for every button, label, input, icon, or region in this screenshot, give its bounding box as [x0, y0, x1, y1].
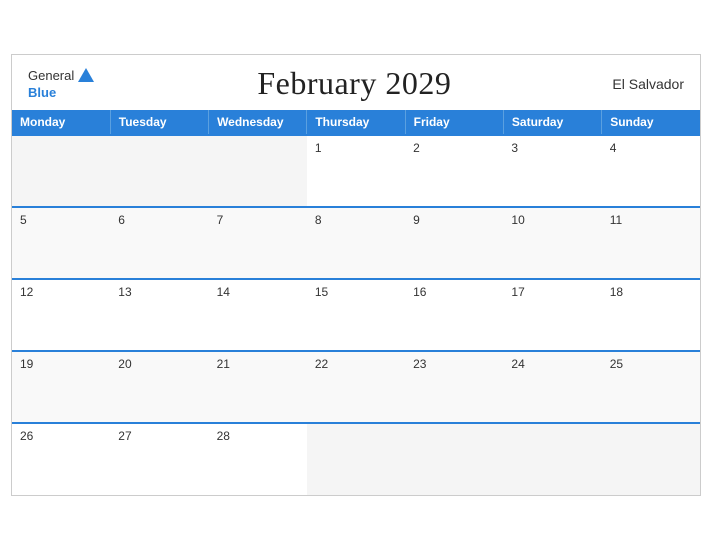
- day-number: 19: [20, 357, 102, 371]
- calendar-cell: 27: [110, 423, 208, 495]
- day-number: 4: [610, 141, 692, 155]
- calendar-cell: 18: [602, 279, 700, 351]
- days-header-row: MondayTuesdayWednesdayThursdayFridaySatu…: [12, 110, 700, 135]
- day-number: 13: [118, 285, 200, 299]
- day-header-thursday: Thursday: [307, 110, 405, 135]
- day-number: 25: [610, 357, 692, 371]
- day-header-tuesday: Tuesday: [110, 110, 208, 135]
- day-number: 18: [610, 285, 692, 299]
- calendar-header: General Blue February 2029 El Salvador: [12, 55, 700, 110]
- calendar-cell: 24: [503, 351, 601, 423]
- day-number: 5: [20, 213, 102, 227]
- day-header-wednesday: Wednesday: [209, 110, 307, 135]
- day-header-friday: Friday: [405, 110, 503, 135]
- week-row-3: 12 13 14 15 16 17 18: [12, 279, 700, 351]
- calendar-cell: 3: [503, 135, 601, 207]
- calendar-cell: 28: [209, 423, 307, 495]
- calendar-cell: 5: [12, 207, 110, 279]
- week-row-5: 26 27 28: [12, 423, 700, 495]
- calendar-table: MondayTuesdayWednesdayThursdayFridaySatu…: [12, 110, 700, 495]
- calendar-cell: 6: [110, 207, 208, 279]
- calendar-cell: 12: [12, 279, 110, 351]
- day-number: 28: [217, 429, 299, 443]
- logo-triangle-icon: [76, 66, 96, 86]
- day-header-monday: Monday: [12, 110, 110, 135]
- week-row-2: 5 6 7 8 9 10 11: [12, 207, 700, 279]
- calendar-cell: 14: [209, 279, 307, 351]
- calendar-cell: 10: [503, 207, 601, 279]
- day-number: 12: [20, 285, 102, 299]
- calendar-cell: 22: [307, 351, 405, 423]
- calendar-cell: 8: [307, 207, 405, 279]
- calendar: General Blue February 2029 El Salvador M…: [11, 54, 701, 496]
- day-number: 20: [118, 357, 200, 371]
- calendar-cell: 1: [307, 135, 405, 207]
- day-number: 16: [413, 285, 495, 299]
- calendar-cell: 23: [405, 351, 503, 423]
- day-number: 8: [315, 213, 397, 227]
- day-number: 1: [315, 141, 397, 155]
- calendar-cell: [405, 423, 503, 495]
- calendar-cell: 2: [405, 135, 503, 207]
- day-number: 26: [20, 429, 102, 443]
- calendar-cell: 13: [110, 279, 208, 351]
- day-number: 15: [315, 285, 397, 299]
- calendar-cell: 25: [602, 351, 700, 423]
- day-number: 21: [217, 357, 299, 371]
- day-number: 17: [511, 285, 593, 299]
- calendar-cell: 21: [209, 351, 307, 423]
- calendar-cell: 15: [307, 279, 405, 351]
- day-number: 3: [511, 141, 593, 155]
- calendar-cell: 7: [209, 207, 307, 279]
- calendar-cell: 11: [602, 207, 700, 279]
- country-label: El Salvador: [612, 76, 684, 92]
- day-number: 9: [413, 213, 495, 227]
- day-number: 23: [413, 357, 495, 371]
- calendar-cell: [12, 135, 110, 207]
- calendar-cell: [503, 423, 601, 495]
- calendar-cell: [110, 135, 208, 207]
- day-header-sunday: Sunday: [602, 110, 700, 135]
- day-number: 24: [511, 357, 593, 371]
- day-number: 7: [217, 213, 299, 227]
- logo-blue-text: Blue: [28, 86, 56, 100]
- month-title: February 2029: [257, 65, 451, 102]
- week-row-4: 19 20 21 22 23 24 25: [12, 351, 700, 423]
- day-number: 10: [511, 213, 593, 227]
- calendar-cell: [602, 423, 700, 495]
- day-number: 22: [315, 357, 397, 371]
- logo-general-text: General: [28, 69, 74, 83]
- day-number: 27: [118, 429, 200, 443]
- calendar-cell: 9: [405, 207, 503, 279]
- calendar-cell: 4: [602, 135, 700, 207]
- calendar-cell: 17: [503, 279, 601, 351]
- calendar-cell: [209, 135, 307, 207]
- calendar-cell: [307, 423, 405, 495]
- calendar-cell: 19: [12, 351, 110, 423]
- day-number: 2: [413, 141, 495, 155]
- calendar-cell: 20: [110, 351, 208, 423]
- day-number: 14: [217, 285, 299, 299]
- calendar-cell: 16: [405, 279, 503, 351]
- day-header-saturday: Saturday: [503, 110, 601, 135]
- day-number: 6: [118, 213, 200, 227]
- day-number: 11: [610, 213, 692, 227]
- calendar-cell: 26: [12, 423, 110, 495]
- logo: General Blue: [28, 66, 96, 100]
- week-row-1: 1 2 3 4: [12, 135, 700, 207]
